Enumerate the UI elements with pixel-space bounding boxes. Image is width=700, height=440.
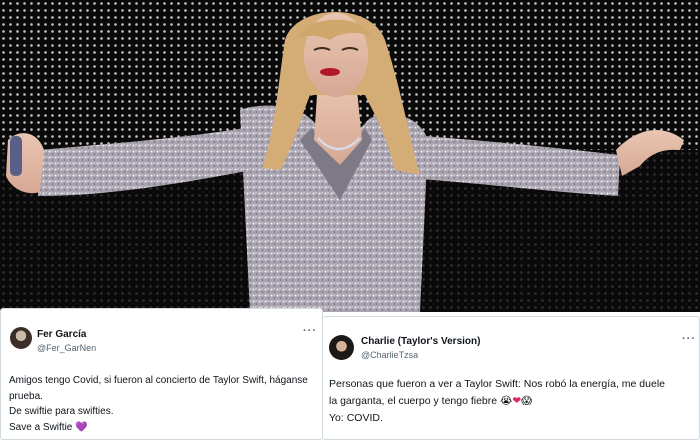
tweet-line: la garganta, el cuerpo y tengo fiebre bbox=[329, 395, 498, 407]
tweet-author-handle[interactable]: @Fer_GarNen bbox=[37, 343, 96, 353]
tweet-line: De swiftie para swifties. bbox=[9, 406, 114, 417]
tweet-text: Personas que fueron a ver a Taylor Swift… bbox=[329, 376, 695, 427]
tweet-card-charlie[interactable]: Charlie (Taylor's Version) @CharlieTzsa … bbox=[322, 316, 700, 440]
avatar[interactable] bbox=[329, 335, 354, 360]
tweet-line: Amigos tengo Covid, si fueron al concier… bbox=[9, 375, 308, 386]
tweet-line: prueba. bbox=[9, 390, 43, 402]
tweet-author-handle[interactable]: @CharlieTzsa bbox=[361, 350, 418, 360]
screaming-face-icon: 😱 bbox=[521, 395, 533, 407]
red-heart-icon: ❤ bbox=[512, 395, 522, 407]
more-options-icon[interactable]: ··· bbox=[682, 333, 696, 345]
tweet-card-fer[interactable]: Fer García @Fer_GarNen ··· Amigos tengo … bbox=[0, 308, 323, 440]
tweet-author-name[interactable]: Fer García bbox=[37, 329, 86, 340]
crying-face-icon: 😭 bbox=[500, 395, 513, 407]
purple-heart-icon: 💜 bbox=[75, 421, 88, 433]
tweet-line: Yo: COVID. bbox=[329, 412, 383, 424]
more-options-icon[interactable]: ··· bbox=[303, 325, 317, 337]
concert-photo bbox=[0, 0, 700, 312]
tweet-author-name[interactable]: Charlie (Taylor's Version) bbox=[361, 336, 480, 347]
avatar[interactable] bbox=[10, 327, 32, 349]
tweet-line: Personas que fueron a ver a Taylor Swift… bbox=[329, 378, 665, 390]
tweet-text: Amigos tengo Covid, si fueron al concier… bbox=[9, 373, 314, 435]
tweet-line: Save a Swiftie bbox=[9, 421, 73, 433]
singer-figure bbox=[6, 11, 684, 312]
